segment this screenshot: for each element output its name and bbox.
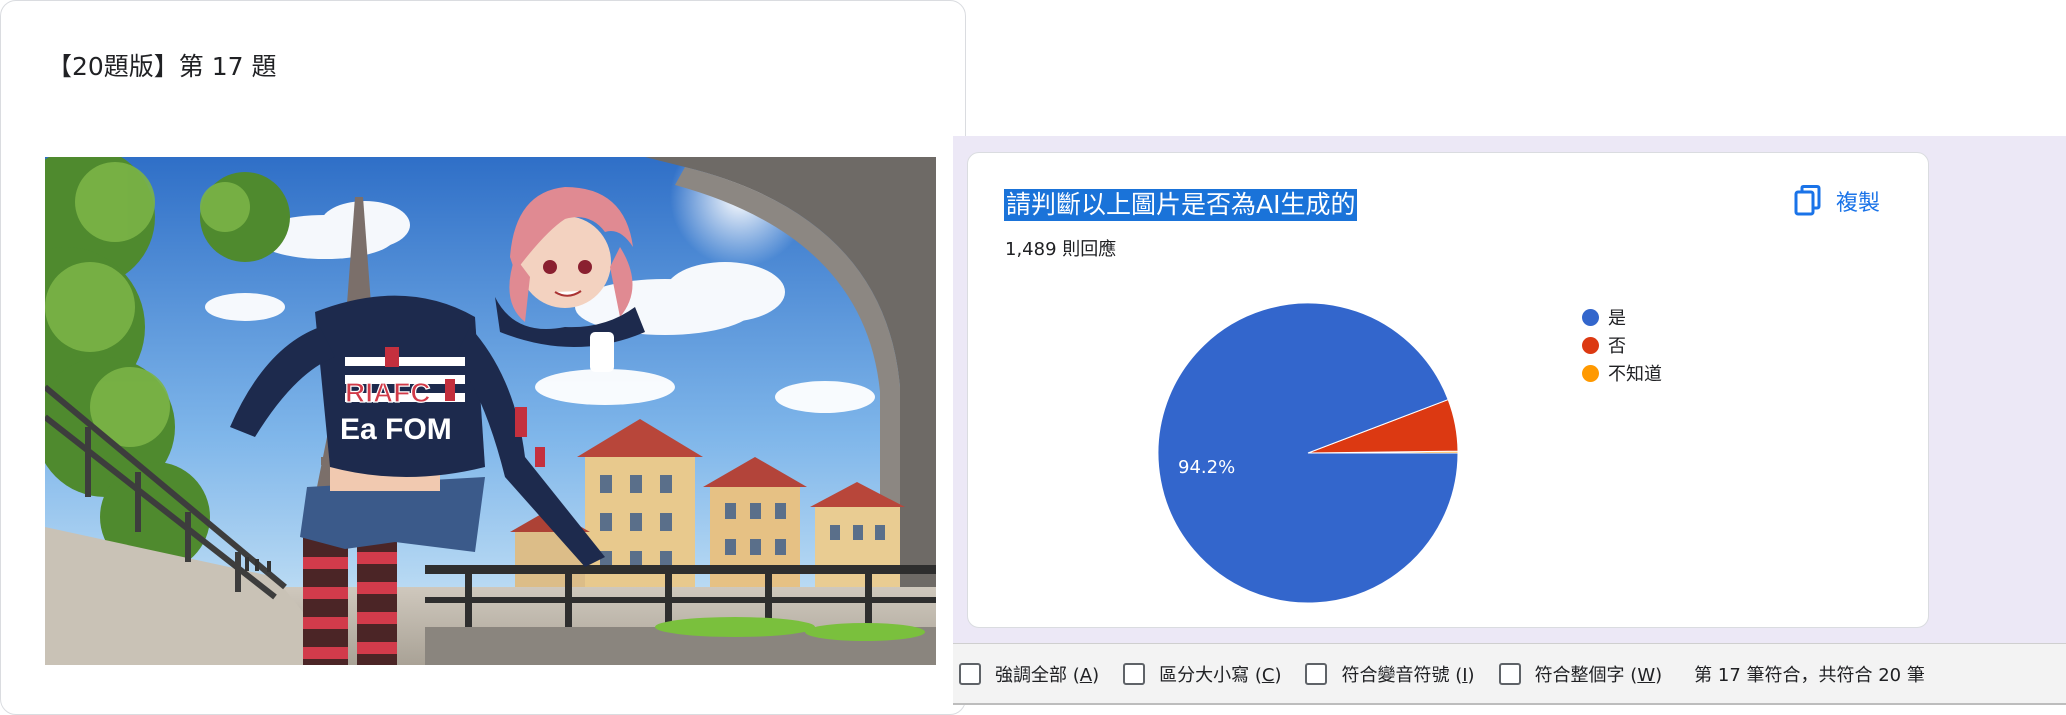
question-text-highlighted[interactable]: 請判斷以上圖片是否為AI生成的 (1004, 189, 1358, 221)
checkbox[interactable] (1498, 662, 1521, 685)
pie-data-label: 94.2% (1178, 457, 1235, 478)
copy-icon (1794, 185, 1821, 216)
chart-legend: 是否不知道 (1582, 303, 1662, 387)
whole-words-option[interactable]: 符合整個字 (W) (1498, 661, 1663, 687)
find-option-label: 強調全部 (A) (995, 664, 1100, 686)
copy-button[interactable]: 複製 (1794, 181, 1880, 221)
legend-swatch (1582, 364, 1599, 382)
question-title: 【20題版】第 17 題 (47, 52, 277, 81)
question-card: 【20題版】第 17 題 RIAFC Ea FOM (0, 0, 966, 715)
find-option-label: 符合整個字 (W) (1534, 664, 1663, 686)
find-match-status: 第 17 筆符合，共符合 20 筆 (1694, 664, 1925, 686)
pie-slice-是[interactable] (1157, 302, 1459, 604)
legend-label: 不知道 (1608, 364, 1662, 385)
legend-swatch (1582, 308, 1599, 326)
screenshot-root: 【20題版】第 17 題 RIAFC Ea FOM 請判斷以上圖片是否為AI生成… (0, 0, 2066, 715)
match-diacritics-option[interactable]: 符合變音符號 (I) (1305, 661, 1475, 687)
legend-item: 否 (1582, 331, 1662, 359)
legend-item: 是 (1582, 303, 1662, 331)
find-bar: 強調全部 (A) 區分大小寫 (C) 符合變音符號 (I) 符合整個字 (W) 第 17… (953, 643, 2066, 705)
find-option-label: 區分大小寫 (C) (1159, 664, 1282, 686)
results-card: 請判斷以上圖片是否為AI生成的 1,489 則回應 複製 94.2% 是否不知道 (967, 152, 1929, 628)
highlight-all-option[interactable]: 強調全部 (A) (959, 661, 1099, 687)
svg-text:RIAFC: RIAFC (345, 377, 431, 408)
legend-label: 否 (1608, 336, 1626, 357)
legend-swatch (1582, 336, 1599, 354)
copy-label: 複製 (1836, 191, 1881, 216)
checkbox[interactable] (1123, 662, 1146, 685)
checkbox[interactable] (1305, 662, 1328, 685)
legend-item: 不知道 (1582, 359, 1662, 387)
match-case-option[interactable]: 區分大小寫 (C) (1123, 661, 1281, 687)
svg-text:Ea FOM: Ea FOM (340, 413, 452, 446)
question-image: RIAFC Ea FOM (45, 157, 936, 665)
find-option-label: 符合變音符號 (I) (1341, 664, 1475, 686)
legend-label: 是 (1608, 308, 1626, 329)
response-pie-chart: 94.2% (1157, 302, 1459, 604)
checkbox[interactable] (959, 662, 981, 685)
response-count: 1,489 則回應 (1005, 239, 1117, 260)
